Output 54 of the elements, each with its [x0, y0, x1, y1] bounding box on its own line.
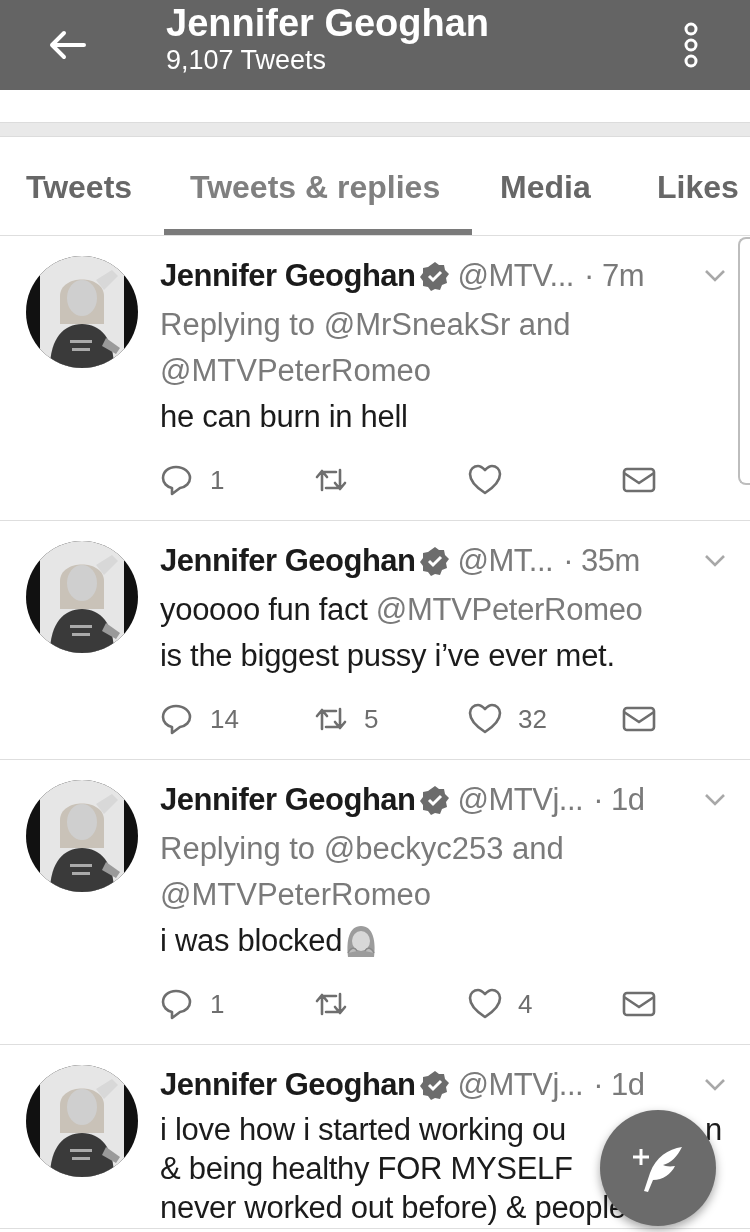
- back-arrow-icon: [48, 30, 86, 60]
- like-button[interactable]: 32: [468, 699, 622, 739]
- speech-bubble-icon: [160, 703, 194, 735]
- mention-link[interactable]: @MTVPeterRomeo: [375, 586, 643, 634]
- author-handle: @MTVj...: [457, 780, 584, 819]
- tweet-time: · 35m: [563, 541, 640, 580]
- reply-button[interactable]: 1: [160, 460, 314, 500]
- tweet-time: · 1d: [593, 1065, 645, 1104]
- tweet-text: & being healthy FOR MYSELF: [160, 1150, 573, 1189]
- action-count: 32: [518, 702, 547, 736]
- profile-name: Jennifer Geoghan: [166, 2, 490, 44]
- heart-icon: [468, 988, 502, 1020]
- action-count: 1: [210, 463, 225, 497]
- author-name: Jennifer Geoghan: [160, 780, 416, 819]
- profile-tab[interactable]: Likes: [628, 136, 750, 235]
- reply-context: @MTVPeterRomeo: [160, 352, 432, 390]
- action-count: 5: [364, 702, 379, 736]
- speech-bubble-icon: [160, 464, 194, 496]
- author-handle: @MTV...: [457, 256, 574, 295]
- reply-button[interactable]: 14: [160, 699, 314, 739]
- chevron-down-icon: [704, 269, 726, 283]
- more-icon: [683, 22, 699, 68]
- author-handle: @MT...: [457, 541, 554, 580]
- author-handle: @MTVj...: [457, 1065, 584, 1104]
- like-button[interactable]: 4: [468, 984, 622, 1024]
- tweet-text: he can burn in hell: [160, 397, 408, 436]
- tweet-time: · 7m: [583, 256, 644, 295]
- speech-bubble-icon: [160, 988, 194, 1020]
- author-name: Jennifer Geoghan: [160, 541, 416, 580]
- action-count: 14: [210, 702, 239, 736]
- author-name: Jennifer Geoghan: [160, 256, 416, 295]
- author-name: Jennifer Geoghan: [160, 1065, 416, 1104]
- reply-button[interactable]: 1: [160, 984, 314, 1024]
- chevron-down-icon: [704, 1078, 726, 1092]
- tweet-text: i was blocked: [160, 921, 343, 960]
- tweet-text: is the biggest pussy i’ve ever met.: [160, 636, 615, 675]
- reply-context: Replying to @beckyc253 and: [160, 830, 565, 868]
- retweet-button[interactable]: 5: [314, 699, 468, 739]
- profile-tab[interactable]: Tweets: [0, 136, 164, 235]
- heart-icon: [468, 703, 502, 735]
- action-count: 4: [518, 987, 533, 1021]
- reply-context: Replying to @MrSneakSr and: [160, 306, 572, 344]
- tweet-time: · 1d: [593, 780, 645, 819]
- tweet-count: 9,107 Tweets: [166, 44, 328, 76]
- chevron-down-icon: [704, 554, 726, 568]
- chevron-down-icon: [704, 793, 726, 807]
- tweet-text: n: [705, 1111, 722, 1150]
- tweet-text: yooooo fun fact: [160, 590, 369, 629]
- tweet-text: i love how i started working ou: [160, 1111, 566, 1150]
- profile-tab[interactable]: Tweets & replies: [164, 136, 472, 235]
- heart-icon: [468, 464, 502, 496]
- profile-tab[interactable]: Media: [472, 136, 628, 235]
- action-count: 1: [210, 987, 225, 1021]
- reply-context: @MTVPeterRomeo: [160, 876, 432, 914]
